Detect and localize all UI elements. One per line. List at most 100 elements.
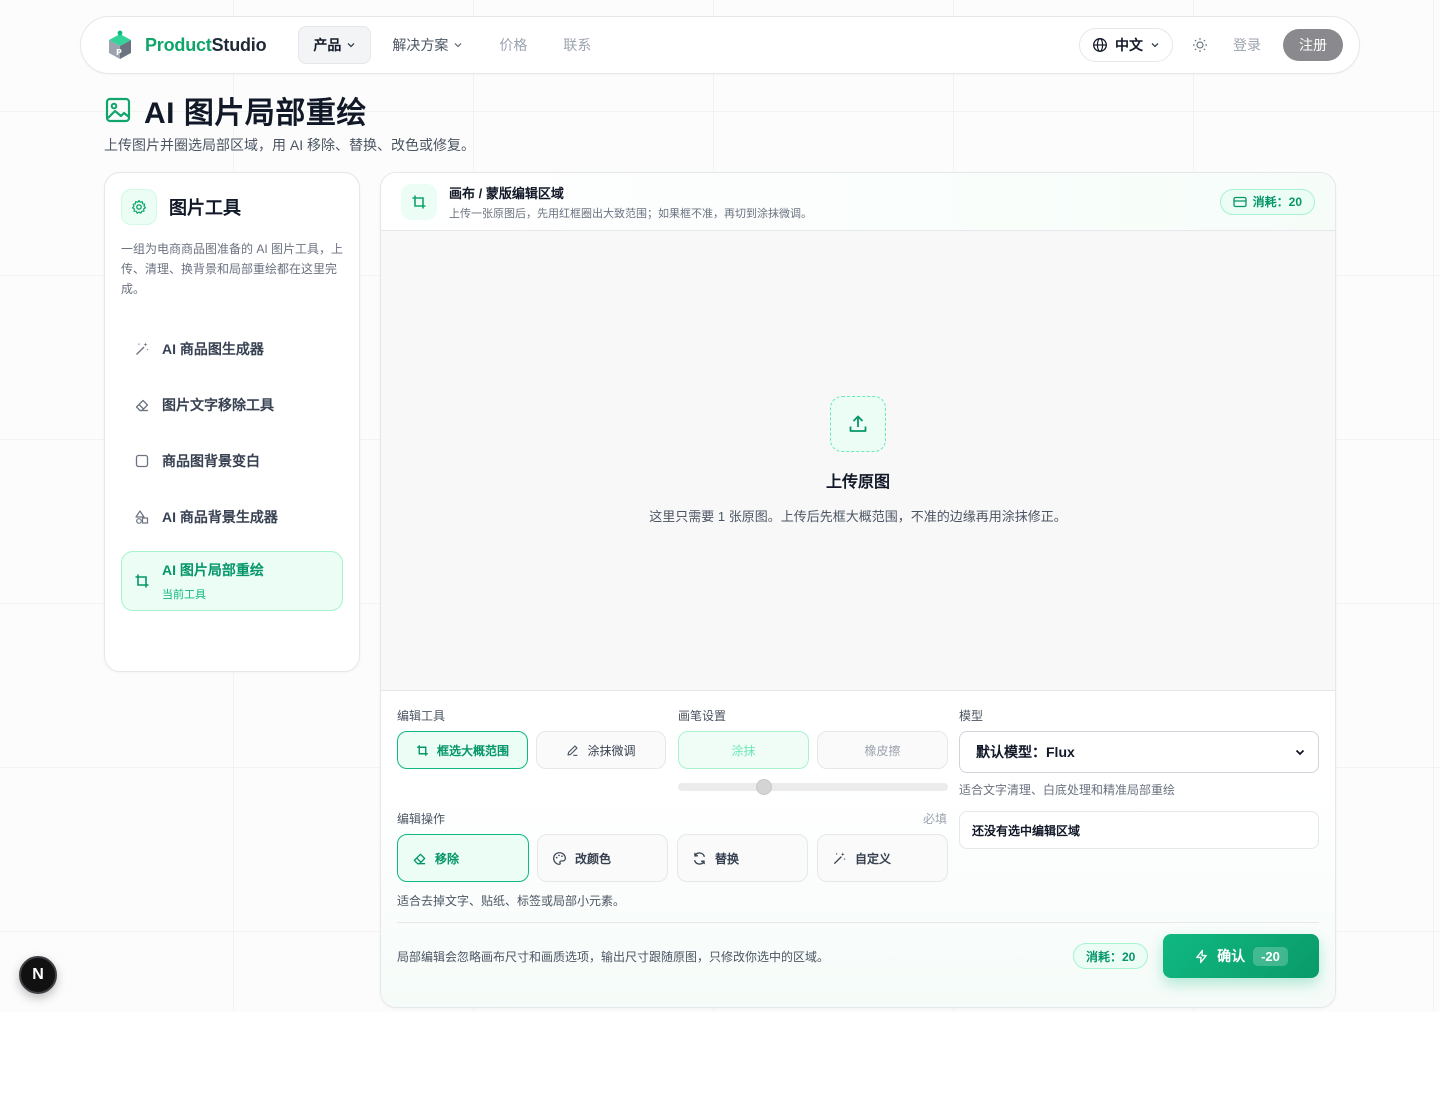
palette-icon [553,851,566,865]
editor-header-title: 画布 / 蒙版编辑区域 [449,185,564,201]
nav-item-products[interactable]: 产品 [298,26,372,64]
upload-title: 上传原图 [825,474,890,491]
nav-item-label: 解决方案 [392,37,449,53]
tool-box-select-label: 框选大概范围 [436,743,509,758]
brand-name: ProductStudio [145,34,267,56]
canvas-upload-area[interactable]: 上传原图 这里只需要 1 张原图。上传后先框大概范围，不准的边缘再用涂抹修正。 [381,231,1335,691]
sidebar-title: 图片工具 [169,198,241,218]
nav-item-label: 价格 [499,37,528,53]
nav-item-contact[interactable]: 联系 [548,26,606,64]
pen-icon [567,744,579,756]
tool-brush-button[interactable]: 涂抹微调 [536,731,666,769]
sidebar-item-label: 图片文字移除工具 [162,397,274,413]
lightning-icon [1196,949,1207,963]
editor-header: 画布 / 蒙版编辑区域 上传一张原图后，先用红框圈出大致范围；如果框不准，再切到… [381,173,1335,231]
confirm-cost: -20 [1253,946,1288,966]
sidebar-item-label: AI 商品图生成器 [162,341,264,357]
brush-settings-label: 画笔设置 [678,709,727,723]
sidebar-item-label: AI 图片局部重绘 [162,562,264,578]
sidebar-item-label-group: AI 图片局部重绘 当前工具 [162,560,264,602]
chevron-down-icon [1295,749,1305,756]
tool-box-select-button[interactable]: 框选大概范围 [397,731,528,769]
model-select-value: 默认模型：Flux [976,744,1075,760]
brand-logo-icon: P [109,30,131,59]
sidebar-item-label: 商品图背景变白 [162,453,260,469]
tools-sidebar: 图片工具 一组为电商商品图准备的 AI 图片工具，上传、清理、换背景和局部重绘都… [104,172,360,672]
op-recolor-button[interactable]: 改颜色 [537,834,668,882]
nav-item-label: 联系 [563,37,592,53]
eraser-icon [135,399,149,412]
sidebar-item-white-background[interactable]: 商品图背景变白 [121,433,343,489]
theme-toggle-button[interactable] [1189,34,1211,56]
brush-paint-label: 涂抹 [731,743,756,758]
op-replace-button[interactable]: 替换 [677,834,808,882]
chevron-down-icon [1151,43,1159,48]
current-tool-label: 当前工具 [162,589,206,601]
op-remove-button[interactable]: 移除 [397,834,529,882]
language-select[interactable]: 中文 [1079,28,1173,62]
op-remove-label: 移除 [435,851,460,866]
edit-tools-label: 编辑工具 [397,709,446,723]
nextjs-dev-badge[interactable]: N [19,956,57,994]
crop-icon [412,195,426,208]
chevron-down-icon [347,43,355,48]
brush-size-slider[interactable] [678,783,948,791]
brand-name-part-a: Product [145,34,212,55]
brush-eraser-button[interactable]: 橡皮擦 [817,731,948,769]
chevron-down-icon [454,43,462,48]
required-label: 必填 [923,812,948,826]
language-label: 中文 [1115,37,1143,53]
editor-panel: 画布 / 蒙版编辑区域 上传一张原图后，先用红框圈出大致范围；如果框不准，再切到… [380,172,1336,1008]
sun-icon [1193,38,1207,52]
edit-operations-label: 编辑操作 [397,812,446,826]
gear-icon [131,199,147,214]
editor-header-text: 画布 / 蒙版编辑区域 上传一张原图后，先用红框圈出大致范围；如果框不准，再切到… [449,183,812,221]
sidebar-tool-list: AI 商品图生成器 图片文字移除工具 商品图背景变白 AI 商品背景生成器 AI… [121,321,343,611]
confirm-button[interactable]: 确认 -20 [1163,934,1319,978]
sidebar-item-background-generator[interactable]: AI 商品背景生成器 [121,489,343,545]
op-replace-label: 替换 [715,851,740,866]
controls-panel: 编辑工具 框选大概范围 涂抹微调 画笔设置 涂抹 橡皮擦 模型 默认模型：Flu… [381,691,1335,1007]
badge-letter: N [32,966,44,983]
selection-status: 还没有选中编辑区域 [959,811,1319,849]
top-navbar: P ProductStudio 产品 解决方案 价格 联系 中文 登录 注册 [80,16,1360,74]
brush-paint-button[interactable]: 涂抹 [678,731,809,769]
login-link[interactable]: 登录 [1227,35,1267,55]
magic-wand-icon [833,851,846,864]
signup-button[interactable]: 注册 [1283,29,1343,61]
brush-eraser-label: 橡皮擦 [864,743,901,758]
nav-menu: 产品 解决方案 价格 联系 [298,26,606,64]
eraser-icon [413,853,426,864]
nav-right: 中文 登录 注册 [1079,28,1343,62]
tool-brush-label: 涂抹微调 [587,743,636,758]
brush-size-slider-thumb[interactable] [756,779,773,795]
magic-wand-icon [136,342,149,355]
shapes-icon [135,510,149,524]
footer-note: 局部编辑会忽略画布尺寸和画质选项，输出尺寸跟随原图，只修改你选中的区域。 [397,950,830,964]
nav-item-solutions[interactable]: 解决方案 [377,26,478,64]
op-custom-button[interactable]: 自定义 [817,834,948,882]
crop-icon [417,744,428,756]
sidebar-header: 图片工具 [121,189,343,225]
op-recolor-label: 改颜色 [575,851,612,866]
image-icon [105,97,131,123]
nav-item-pricing[interactable]: 价格 [484,26,542,64]
sidebar-item-product-image-generator[interactable]: AI 商品图生成器 [121,321,343,377]
brand[interactable]: P ProductStudio [107,30,267,60]
model-select[interactable]: 默认模型：Flux [959,731,1319,773]
svg-text:P: P [116,48,122,57]
model-hint: 适合文字清理、白底处理和精准局部重绘 [959,783,1176,797]
sidebar-item-local-inpaint[interactable]: AI 图片局部重绘 当前工具 [121,551,343,611]
footer-divider [397,922,1319,923]
upload-button[interactable] [830,396,886,452]
model-label: 模型 [959,709,984,723]
sidebar-item-text-remover[interactable]: 图片文字移除工具 [121,377,343,433]
credit-card-icon [1232,196,1247,207]
nav-item-label: 产品 [313,37,342,53]
globe-icon [1093,38,1107,52]
cost-label: 消耗：20 [1252,195,1302,209]
confirm-label: 确认 [1217,948,1246,964]
page-title: AI 图片局部重绘 [104,88,367,132]
op-custom-label: 自定义 [855,851,892,866]
sidebar-description: 一组为电商商品图准备的 AI 图片工具，上传、清理、换背景和局部重绘都在这里完成… [121,242,344,296]
